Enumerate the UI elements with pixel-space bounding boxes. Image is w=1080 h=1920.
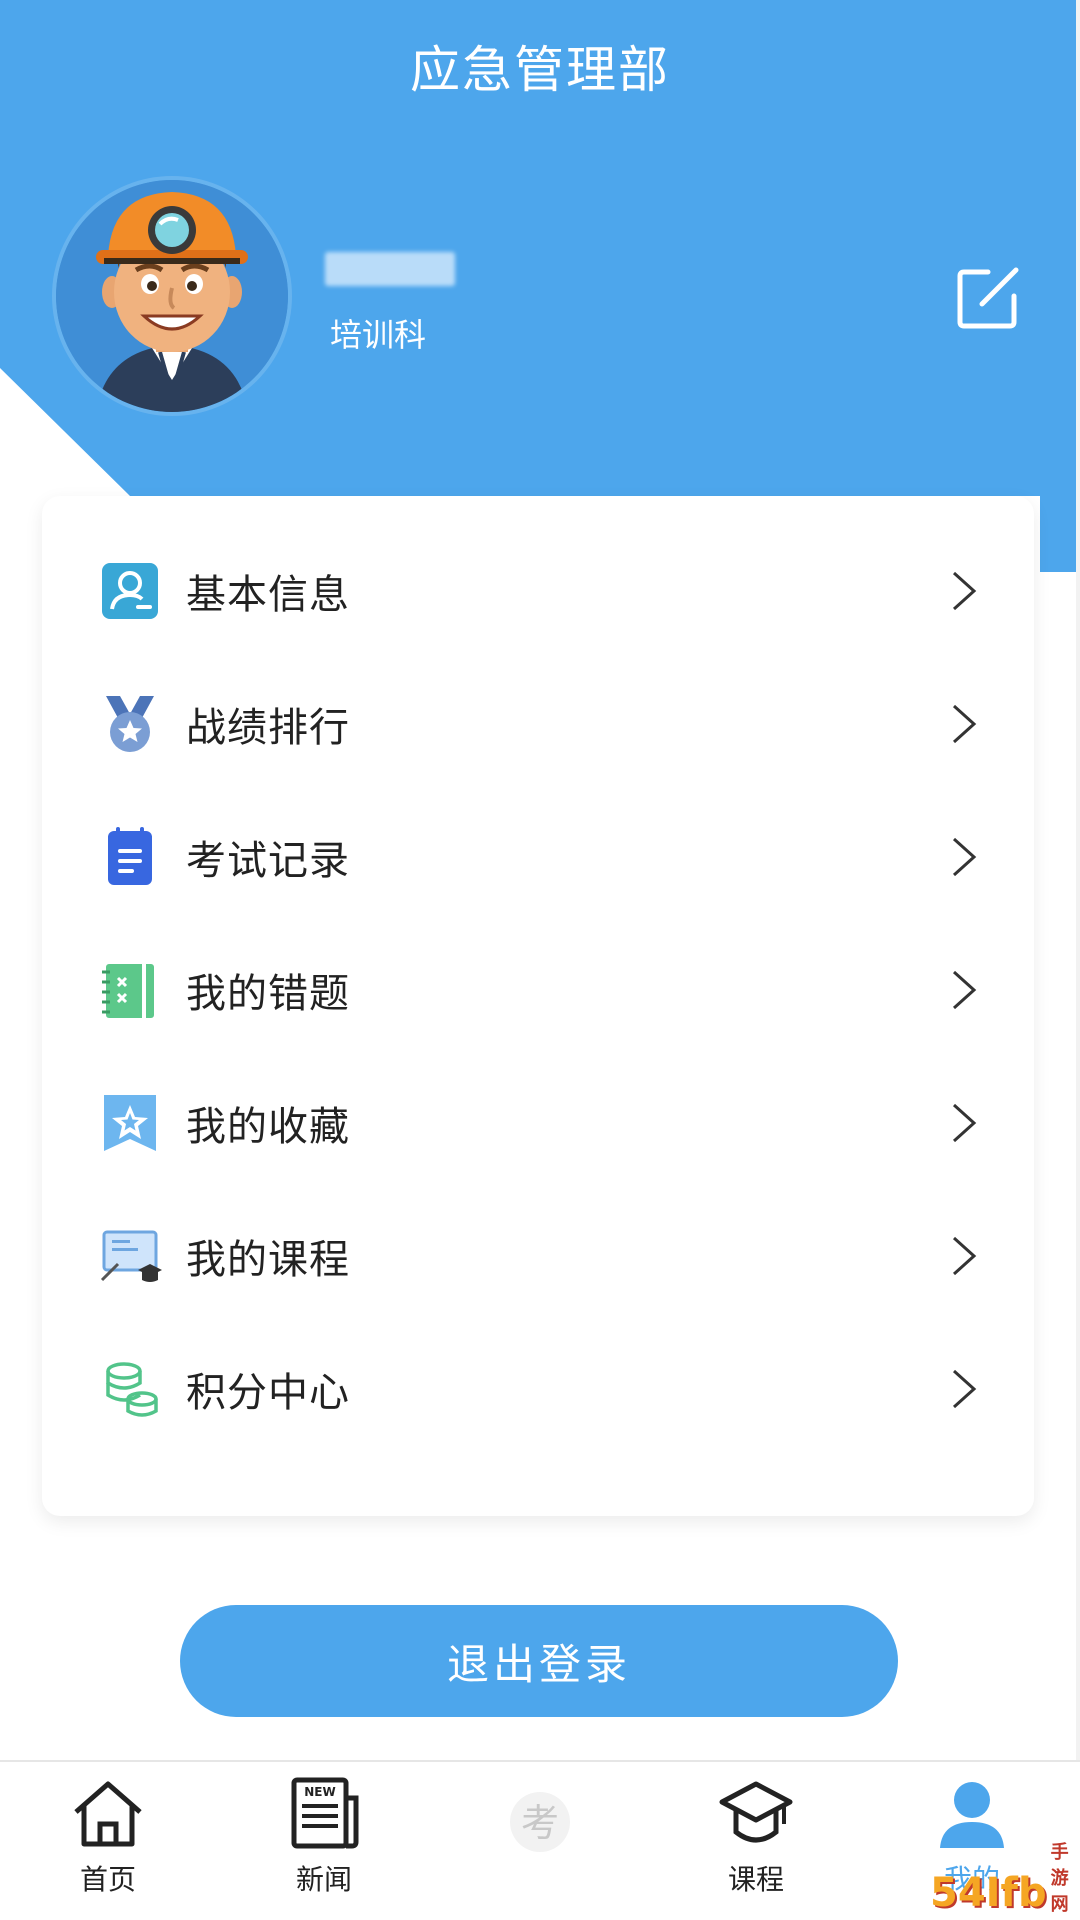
- chevron-right-icon: [950, 1101, 978, 1145]
- edit-profile-button[interactable]: [952, 262, 1024, 334]
- star-bookmark-icon: [98, 1091, 162, 1155]
- chevron-right-icon: [950, 968, 978, 1012]
- tab-news[interactable]: NEW 新闻: [216, 1762, 432, 1920]
- exam-center-icon: 考: [502, 1776, 578, 1852]
- menu-item-label: 战绩排行: [186, 704, 350, 751]
- page-title: 应急管理部: [410, 41, 670, 99]
- chevron-right-icon: [950, 1234, 978, 1278]
- menu-item-label: 积分中心: [186, 1369, 350, 1416]
- menu-item-favorites[interactable]: 我的收藏: [42, 1056, 1034, 1189]
- user-department: 培训科: [330, 316, 427, 354]
- tab-home[interactable]: 首页: [0, 1762, 216, 1920]
- chevron-right-icon: [950, 702, 978, 746]
- tab-courses[interactable]: 课程: [648, 1762, 864, 1920]
- tab-label: 新闻: [295, 1863, 352, 1896]
- course-board-icon: [98, 1224, 162, 1288]
- menu-card: 基本信息 战绩排行 考试记录 我的错题 我的收藏 我的课程 积分中心: [42, 496, 1034, 1516]
- news-badge-text: NEW: [304, 1785, 335, 1799]
- medal-icon: [98, 692, 162, 756]
- home-icon: [70, 1776, 146, 1852]
- user-icon: [934, 1776, 1010, 1852]
- profile-card-icon: [98, 559, 162, 623]
- miner-avatar-icon: [56, 180, 288, 412]
- menu-item-basic-info[interactable]: 基本信息: [42, 524, 1034, 657]
- menu-item-exam-records[interactable]: 考试记录: [42, 790, 1034, 923]
- tab-label: 课程: [727, 1863, 784, 1896]
- exam-glyph: 考: [521, 1801, 559, 1845]
- coins-stack-icon: [98, 1357, 162, 1421]
- news-icon: NEW: [286, 1776, 362, 1852]
- edit-icon: [957, 267, 1019, 329]
- bottom-tab-bar: 首页 NEW 新闻 考 课程 我的: [0, 1760, 1080, 1920]
- menu-item-ranking[interactable]: 战绩排行: [42, 657, 1034, 790]
- menu-item-label: 基本信息: [186, 571, 350, 618]
- tab-exam[interactable]: 考: [432, 1762, 648, 1920]
- watermark-sub: 手游网: [1050, 1842, 1069, 1915]
- menu-item-wrong-questions[interactable]: 我的错题: [42, 923, 1034, 1056]
- menu-item-label: 我的课程: [186, 1236, 350, 1283]
- wrong-questions-book-icon: [98, 958, 162, 1022]
- tab-label: 首页: [79, 1863, 136, 1896]
- exam-notepad-icon: [98, 825, 162, 889]
- site-watermark: 54Ifb 手游网: [930, 1842, 1076, 1916]
- menu-item-my-courses[interactable]: 我的课程: [42, 1189, 1034, 1322]
- menu-item-label: 考试记录: [186, 837, 350, 884]
- page-edge: [1076, 0, 1080, 1920]
- chevron-right-icon: [950, 835, 978, 879]
- menu-item-label: 我的收藏: [186, 1103, 350, 1150]
- user-name-redacted: [325, 252, 455, 286]
- menu-item-label: 我的错题: [186, 970, 350, 1017]
- menu-item-points-center[interactable]: 积分中心: [42, 1322, 1034, 1455]
- chevron-right-icon: [950, 569, 978, 613]
- watermark-text: 54Ifb: [930, 1870, 1047, 1916]
- chevron-right-icon: [950, 1367, 978, 1411]
- logout-button[interactable]: 退出登录: [180, 1605, 898, 1717]
- graduation-cap-icon: [718, 1776, 794, 1852]
- avatar[interactable]: [56, 180, 288, 412]
